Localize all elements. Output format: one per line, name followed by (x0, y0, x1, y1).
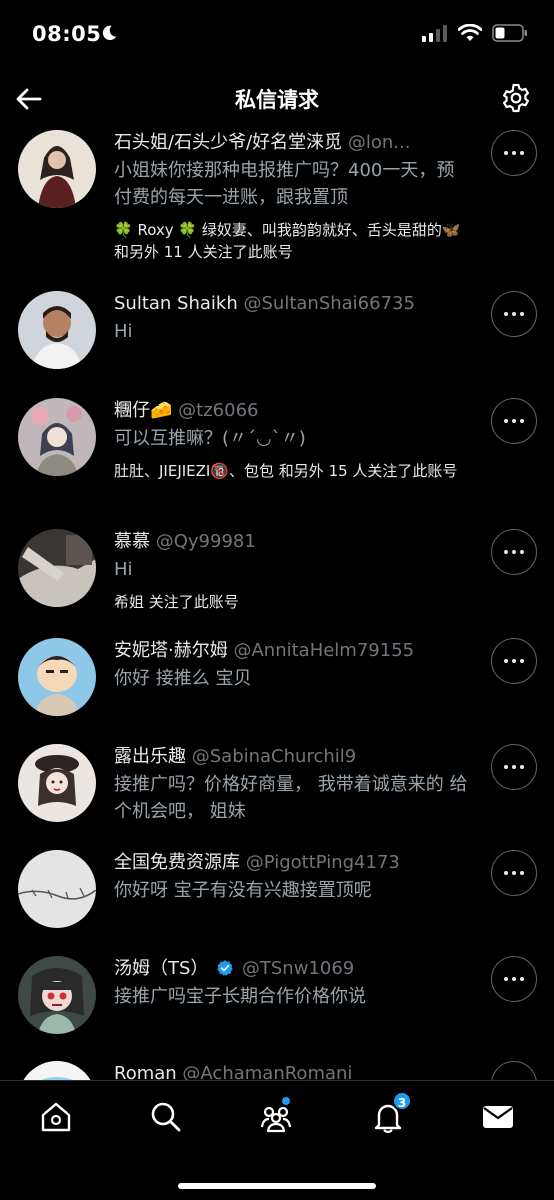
avatar[interactable] (18, 398, 96, 476)
avatar[interactable] (18, 529, 96, 607)
sender-name: Roman (114, 1063, 177, 1080)
avatar[interactable] (18, 1061, 96, 1080)
bottom-nav: 3 (0, 1080, 554, 1200)
battery-icon (492, 24, 527, 42)
message-preview: 你好 接推么 宝贝 (114, 668, 252, 689)
request-content: Roman @AchamanRomani (114, 1061, 472, 1080)
communities-icon (260, 1106, 292, 1133)
verified-badge-icon (217, 960, 233, 976)
sender-handle: @PigottPing4173 (245, 852, 400, 873)
page-title: 私信请求 (235, 88, 319, 112)
message-preview: 可以互推嘛？(〃´◡`〃) (114, 428, 306, 449)
more-options-button[interactable] (491, 744, 537, 790)
cellular-signal-icon (422, 25, 447, 42)
request-content: Sultan Shaikh @SultanShai66735 Hi (114, 291, 472, 345)
new-activity-dot (282, 1097, 290, 1105)
sender-handle: @tz6066 (178, 400, 259, 421)
sender-line: 慕慕 @Qy99981 (114, 529, 472, 555)
sender-line: Sultan Shaikh @SultanShai66735 (114, 291, 472, 317)
request-content: 安妮塔·赫尔姆 @AnnitaHelm79155 你好 接推么 宝贝 (114, 638, 472, 692)
followed-by-text: 希姐 关注了此账号 (114, 593, 239, 611)
sender-name: 全国免费资源库 (114, 852, 240, 873)
nav-messages[interactable] (480, 1099, 516, 1135)
status-bar: 08:05 (0, 0, 554, 70)
notifications-badge: 3 (392, 1091, 412, 1111)
list-item[interactable]: Sultan Shaikh @SultanShai66735 Hi (0, 291, 554, 381)
message-preview: 接推广吗？价格好商量， 我带着诚意来的 给个机会吧， 姐妹 (114, 774, 468, 822)
sender-line: 全国免费资源库 @PigottPing4173 (114, 850, 472, 876)
message-preview: Hi (114, 559, 133, 580)
home-icon (41, 1102, 71, 1132)
list-item[interactable]: 露出乐趣 @SabinaChurchil9 接推广吗？价格好商量， 我带着诚意来… (0, 744, 554, 844)
sender-handle: @TSnw1069 (241, 958, 355, 979)
list-item[interactable]: 安妮塔·赫尔姆 @AnnitaHelm79155 你好 接推么 宝贝 (0, 638, 554, 728)
followed-by-text: 🍀 Roxy 🍀 绿奴妻、叫我韵韵就好、舌头是甜的🦋 和另外 11 人关注了此账… (114, 221, 461, 261)
nav-home[interactable] (38, 1099, 74, 1135)
more-options-button[interactable] (491, 291, 537, 337)
sender-name: 糰仔🧀 (114, 400, 173, 421)
message-preview: 接推广吗宝子长期合作价格你说 (114, 986, 366, 1007)
wifi-icon (458, 24, 482, 41)
request-content: 石头姐/石头少爷/好名堂涞觅 @lon... 小姐妹你接那种电报推广吗？400一… (114, 130, 472, 263)
list-item[interactable]: 糰仔🧀 @tz6066 可以互推嘛？(〃´◡`〃) 肚肚、JIEJIEZI🔞、包… (0, 398, 554, 508)
list-item[interactable]: Roman @AchamanRomani (0, 1061, 554, 1080)
nav-communities[interactable] (258, 1097, 294, 1135)
request-content: 全国免费资源库 @PigottPing4173 你好呀 宝子有没有兴趣接置顶呢 (114, 850, 472, 904)
header: 私信请求 (0, 72, 554, 126)
sender-handle: @Qy99981 (155, 531, 256, 552)
more-options-button[interactable] (491, 638, 537, 684)
message-request-list: 石头姐/石头少爷/好名堂涞觅 @lon... 小姐妹你接那种电报推广吗？400一… (0, 130, 554, 1080)
list-item[interactable]: 汤姆（TS） @TSnw1069 接推广吗宝子长期合作价格你说 (0, 956, 554, 1046)
sender-name: 露出乐趣 (114, 746, 186, 767)
sender-line: 糰仔🧀 @tz6066 (114, 398, 472, 424)
nav-search[interactable] (148, 1099, 184, 1135)
more-options-button[interactable] (491, 398, 537, 444)
more-options-button[interactable] (491, 956, 537, 1002)
avatar[interactable] (18, 956, 96, 1034)
sender-line: 安妮塔·赫尔姆 @AnnitaHelm79155 (114, 638, 472, 664)
search-icon (151, 1102, 181, 1132)
sender-handle: @SabinaChurchil9 (191, 746, 357, 767)
status-icons (422, 24, 528, 42)
request-content: 汤姆（TS） @TSnw1069 接推广吗宝子长期合作价格你说 (114, 956, 472, 1010)
sender-name: Sultan Shaikh (114, 293, 238, 314)
list-item[interactable]: 石头姐/石头少爷/好名堂涞觅 @lon... 小姐妹你接那种电报推广吗？400一… (0, 130, 554, 270)
status-time: 08:05 (32, 22, 102, 46)
message-preview: 小姐妹你接那种电报推广吗？400一天，预付费的每天一进账，跟我置顶 (114, 160, 455, 208)
request-content: 糰仔🧀 @tz6066 可以互推嘛？(〃´◡`〃) 肚肚、JIEJIEZI🔞、包… (114, 398, 472, 482)
messages-icon (483, 1106, 513, 1128)
sender-line: Roman @AchamanRomani (114, 1061, 472, 1080)
sender-handle: @lon... (347, 132, 411, 153)
avatar[interactable] (18, 291, 96, 369)
sender-handle: @SultanShai66735 (243, 293, 415, 314)
followed-by-text: 肚肚、JIEJIEZI🔞、包包 和另外 15 人关注了此账号 (114, 462, 458, 480)
gear-icon[interactable] (500, 82, 532, 114)
avatar[interactable] (18, 850, 96, 928)
avatar[interactable] (18, 130, 96, 208)
sender-line: 汤姆（TS） @TSnw1069 (114, 956, 472, 982)
list-item[interactable]: 慕慕 @Qy99981 Hi 希姐 关注了此账号 (0, 529, 554, 619)
sender-line: 石头姐/石头少爷/好名堂涞觅 @lon... (114, 130, 472, 156)
home-indicator (178, 1183, 376, 1189)
sender-name: 汤姆（TS） (114, 958, 209, 979)
message-preview: 你好呀 宝子有没有兴趣接置顶呢 (114, 880, 372, 901)
sender-name: 石头姐/石头少爷/好名堂涞觅 (114, 132, 343, 153)
more-options-button[interactable] (491, 1061, 537, 1080)
request-content: 慕慕 @Qy99981 Hi 希姐 关注了此账号 (114, 529, 472, 613)
sender-name: 安妮塔·赫尔姆 (114, 640, 228, 661)
do-not-disturb-moon-icon (102, 25, 117, 41)
sender-line: 露出乐趣 @SabinaChurchil9 (114, 744, 472, 770)
more-options-button[interactable] (491, 850, 537, 896)
avatar[interactable] (18, 744, 96, 822)
message-preview: Hi (114, 321, 133, 342)
sender-name: 慕慕 (114, 531, 150, 552)
more-options-button[interactable] (491, 529, 537, 575)
sender-handle: @AnnitaHelm79155 (233, 640, 415, 661)
more-options-button[interactable] (491, 130, 537, 176)
list-item[interactable]: 全国免费资源库 @PigottPing4173 你好呀 宝子有没有兴趣接置顶呢 (0, 850, 554, 940)
request-content: 露出乐趣 @SabinaChurchil9 接推广吗？价格好商量， 我带着诚意来… (114, 744, 472, 825)
nav-notifications[interactable]: 3 (370, 1091, 412, 1135)
sender-handle: @AchamanRomani (182, 1063, 353, 1080)
avatar[interactable] (18, 638, 96, 716)
